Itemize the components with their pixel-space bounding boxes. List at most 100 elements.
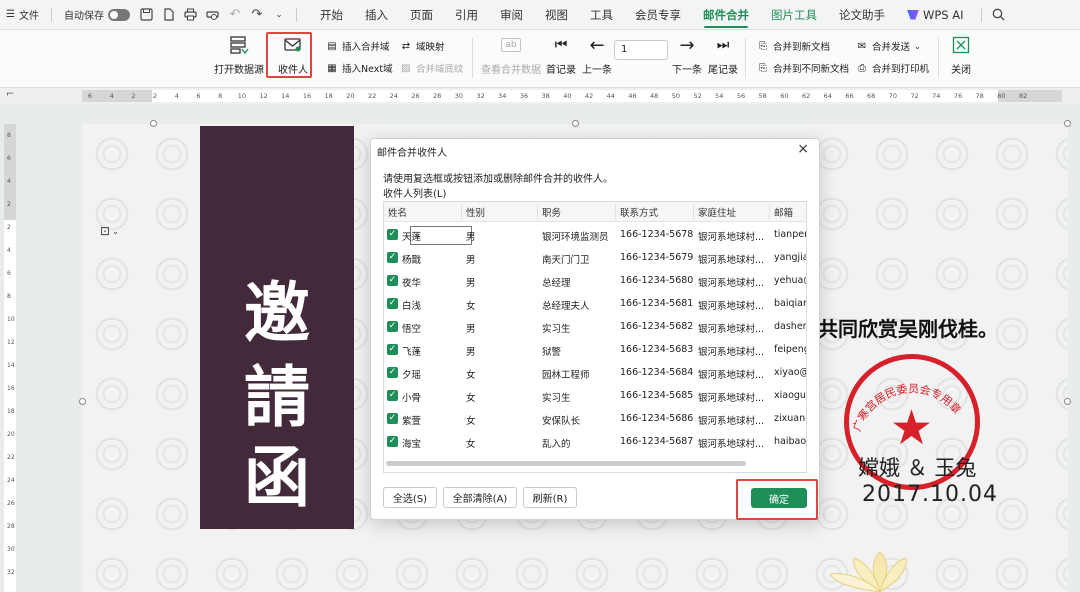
table-row[interactable]: ✓ 飞蓬 男 狱警 166-1234-5683 银河系地球村... feipeng bbox=[384, 339, 806, 362]
table-row[interactable]: ✓ 白浅 女 总经理夫人 166-1234-5681 银河系地球村... baiqian bbox=[384, 293, 806, 316]
tab-tools[interactable]: 工具 bbox=[579, 0, 624, 30]
row-checkbox[interactable]: ✓ bbox=[387, 321, 398, 332]
column-header-phone[interactable]: 联系方式 bbox=[616, 205, 694, 219]
view-merged-data-button[interactable]: ab 查看合并数据 bbox=[481, 34, 541, 76]
tab-wps-ai[interactable]: WPS AI bbox=[896, 0, 975, 30]
ruler-tick-label: 74 bbox=[932, 92, 941, 100]
cell-address: 银河系地球村... bbox=[698, 324, 765, 335]
tab-page[interactable]: 页面 bbox=[399, 0, 444, 30]
cell-address: 银河系地球村... bbox=[698, 278, 765, 289]
merge-to-new-doc-button[interactable]: ⎘ 合并到新文档 bbox=[757, 38, 830, 54]
insert-merge-field-button[interactable]: ▤ 插入合并域 bbox=[326, 38, 389, 54]
table-row[interactable]: ✓ 夕瑶 女 园林工程师 166-1234-5684 银河系地球村... xiyao@ bbox=[384, 362, 806, 385]
cell-name: 夜华 bbox=[402, 278, 422, 289]
export-pdf-icon[interactable] bbox=[158, 0, 180, 30]
row-checkbox[interactable]: ✓ bbox=[387, 252, 398, 263]
column-header-gender[interactable]: 性别 bbox=[462, 205, 538, 219]
row-checkbox[interactable]: ✓ bbox=[387, 390, 398, 401]
tab-review[interactable]: 审阅 bbox=[489, 0, 534, 30]
row-checkbox[interactable]: ✓ bbox=[387, 413, 398, 424]
row-checkbox[interactable]: ✓ bbox=[387, 344, 398, 355]
cell-phone: 166-1234-5679 bbox=[620, 252, 694, 263]
tab-picture-tools[interactable]: 图片工具 bbox=[760, 0, 828, 30]
clear-all-button[interactable]: 全部清除(A) bbox=[443, 487, 517, 508]
resize-handle[interactable] bbox=[150, 120, 157, 127]
ruler-tick-label: 66 bbox=[845, 92, 854, 100]
divider bbox=[472, 38, 473, 78]
close-merge-button[interactable]: 关闭 bbox=[950, 34, 972, 76]
chevron-down-icon[interactable]: ⌄ bbox=[268, 0, 290, 30]
cell-address: 银河系地球村... bbox=[698, 393, 765, 404]
ruler-tick-label: 72 bbox=[910, 92, 919, 100]
table-row[interactable]: ✓ 海宝 女 乱入的 166-1234-5687 银河系地球村... haibao bbox=[384, 431, 806, 454]
recipient-list-label: 收件人列表(L) bbox=[383, 189, 447, 200]
column-header-email[interactable]: 邮箱 bbox=[770, 205, 806, 219]
last-record-button[interactable]: ⏭ 尾记录 bbox=[708, 34, 738, 76]
prev-record-button[interactable]: ← 上一条 bbox=[582, 34, 612, 77]
tab-view[interactable]: 视图 bbox=[534, 0, 579, 30]
table-row[interactable]: ✓ 悟空 男 实习生 166-1234-5682 银河系地球村... dashen bbox=[384, 316, 806, 339]
tab-mail-merge[interactable]: 邮件合并 bbox=[692, 0, 760, 30]
column-header-title[interactable]: 职务 bbox=[538, 205, 616, 219]
autosave-toggle[interactable]: 自动保存 bbox=[58, 0, 136, 30]
dialog-description: 请使用复选框或按钮添加或删除邮件合并的收件人。 bbox=[383, 174, 613, 185]
table-row[interactable]: ✓ 杨戬 男 南天门门卫 166-1234-5679 银河系地球村... yangjia bbox=[384, 247, 806, 270]
tab-reference[interactable]: 引用 bbox=[444, 0, 489, 30]
divider bbox=[50, 7, 52, 22]
banner-char: 邀 bbox=[244, 274, 310, 352]
ruler-tick-label: 36 bbox=[519, 92, 529, 100]
recipient-table[interactable]: 姓名 性别 职务 联系方式 家庭住址 邮箱 ✓ 天蓬男银河环境监测员 166-123… bbox=[383, 201, 807, 473]
horizontal-scrollbar[interactable] bbox=[386, 461, 746, 466]
insert-next-field-button[interactable]: ▦ 插入Next域 bbox=[326, 60, 392, 76]
row-checkbox[interactable]: ✓ bbox=[387, 275, 398, 286]
merge-send-button[interactable]: ✉ 合并发送 ⌄ bbox=[856, 38, 921, 54]
resize-handle[interactable] bbox=[79, 398, 86, 405]
tab-home[interactable]: 开始 bbox=[309, 0, 354, 30]
vertical-ruler[interactable]: 8 6 4 2 2 4 6 8 10 12 14 16 18 20 22 24 26 28 30 32 bbox=[4, 124, 16, 592]
horizontal-ruler[interactable]: 6 4 2 2 4 6 8 10 12 14 16 18 20 22 24 26 28 30 32 34 36 38 40 4… bbox=[82, 90, 1062, 102]
close-icon[interactable]: × bbox=[797, 141, 809, 157]
open-datasource-button[interactable]: 打开数据源 bbox=[214, 34, 264, 76]
vruler-tick-label: 8 bbox=[7, 293, 11, 300]
merge-to-diff-docs-button[interactable]: ⎘ 合并到不同新文档 bbox=[757, 60, 849, 76]
resize-handle[interactable] bbox=[1064, 120, 1071, 127]
row-checkbox[interactable]: ✓ bbox=[387, 229, 398, 240]
search-icon[interactable] bbox=[988, 0, 1010, 30]
resize-handle[interactable] bbox=[572, 120, 579, 127]
column-header-address[interactable]: 家庭住址 bbox=[694, 205, 770, 219]
close-box-icon bbox=[950, 34, 972, 56]
column-header-name[interactable]: 姓名 bbox=[384, 205, 462, 219]
first-record-button[interactable]: ⏮ 首记录 bbox=[546, 34, 576, 76]
table-row[interactable]: ✓ 夜华 男 总经理 166-1234-5680 银河系地球村... yehua@ bbox=[384, 270, 806, 293]
row-checkbox[interactable]: ✓ bbox=[387, 367, 398, 378]
ruler-corner-icon[interactable]: ⌐ bbox=[6, 89, 14, 100]
layout-options-button[interactable]: ⊡ ⌄ bbox=[100, 224, 119, 238]
vruler-tick-label: 24 bbox=[7, 477, 15, 484]
select-all-button[interactable]: 全选(S) bbox=[383, 487, 437, 508]
row-checkbox[interactable]: ✓ bbox=[387, 298, 398, 309]
field-mapping-button[interactable]: ⇄ 域映射 bbox=[400, 38, 445, 54]
resize-handle[interactable] bbox=[1064, 398, 1071, 405]
tab-member[interactable]: 会员专享 bbox=[624, 0, 692, 30]
redo-icon[interactable]: ↷ bbox=[246, 0, 268, 30]
print-icon[interactable] bbox=[180, 0, 202, 30]
refresh-button[interactable]: 刷新(R) bbox=[523, 487, 577, 508]
next-record-button[interactable]: → 下一条 bbox=[672, 34, 702, 77]
invitation-banner[interactable]: 邀 請 函 bbox=[200, 126, 354, 529]
ruler-tick-label: 4 bbox=[174, 92, 179, 100]
table-row[interactable]: ✓ 天蓬 男 银河环境监测员 166-1234-5678 银河系地球村... tianper bbox=[384, 224, 806, 247]
table-row[interactable]: ✓ 紫萱 女 安保队长 166-1234-5686 银河系地球村... zixuan@ bbox=[384, 408, 806, 431]
table-row[interactable]: ✓ 小骨 女 实习生 166-1234-5685 银河系地球村... xiaoguc bbox=[384, 385, 806, 408]
cell-address: 银河系地球村... bbox=[698, 347, 765, 358]
merge-to-printer-button[interactable]: ⎙ 合并到打印机 bbox=[856, 60, 929, 76]
tab-insert[interactable]: 插入 bbox=[354, 0, 399, 30]
record-number-input[interactable]: 1 bbox=[614, 40, 668, 60]
vruler-tick-label: 16 bbox=[7, 385, 15, 392]
row-checkbox[interactable]: ✓ bbox=[387, 436, 398, 447]
tab-thesis-assistant[interactable]: 论文助手 bbox=[828, 0, 896, 30]
undo-icon[interactable]: ↶ bbox=[224, 0, 246, 30]
merge-field-shading-button[interactable]: ▨ 合并域底纹 bbox=[400, 60, 463, 76]
print-preview-icon[interactable] bbox=[202, 0, 224, 30]
save-icon[interactable] bbox=[136, 0, 158, 30]
file-menu[interactable]: ☰ 文件 bbox=[0, 0, 45, 30]
